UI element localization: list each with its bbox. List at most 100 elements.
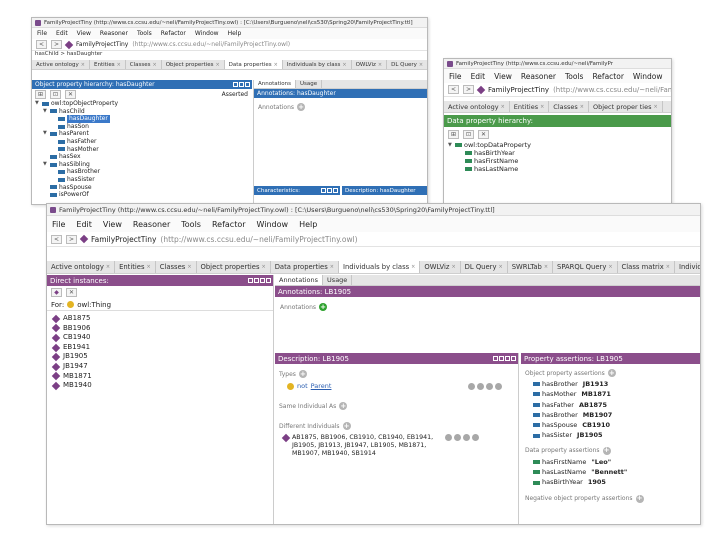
menu-window[interactable]: Window [195, 30, 219, 37]
menu-view[interactable]: View [77, 30, 91, 37]
list-item[interactable]: JB1947 [51, 362, 273, 372]
menu-reasoner[interactable]: Reasoner [133, 220, 170, 229]
menu-edit[interactable]: Edit [76, 220, 92, 229]
tab-owlviz[interactable]: OWLViz × [352, 60, 388, 69]
view-controls[interactable] [248, 278, 273, 283]
tab-dl-query[interactable]: DL Query × [461, 261, 508, 273]
add-type-icon[interactable]: + [298, 370, 307, 378]
add-negative-assertion-icon[interactable]: + [635, 494, 644, 503]
add-sibling-property-icon[interactable]: ⊡ [463, 129, 474, 139]
assertion-row[interactable]: hasBirthYear 1905 [533, 477, 700, 487]
tab-individuals-matrix[interactable]: Individuals matrix× [675, 261, 700, 273]
menu-edit[interactable]: Edit [471, 72, 486, 81]
tab-close-icon[interactable]: × [106, 264, 110, 270]
tab-entities[interactable]: Entities × [510, 101, 550, 112]
tab-object-properties[interactable]: Object properties × [197, 261, 271, 273]
menu-view[interactable]: View [103, 220, 122, 229]
tree-item-hasbirthyear[interactable]: hasBirthYear [448, 149, 671, 157]
menu-refactor[interactable]: Refactor [592, 72, 623, 81]
tree-item-owl-topdataproperty[interactable]: ▼ owl:topDataProperty [448, 141, 671, 149]
tab-classes[interactable]: Classes × [126, 60, 162, 69]
different-individuals-value[interactable]: AB1875, BB1906, CB1910, CB1940, EB1941, … [292, 434, 442, 458]
tree-item-hasson[interactable]: hasSon [35, 123, 252, 131]
list-item[interactable]: EB1941 [51, 343, 273, 353]
for-class-value[interactable]: owl:Thing [77, 301, 111, 309]
menu-tools[interactable]: Tools [565, 72, 583, 81]
menu-help[interactable]: Help [299, 220, 317, 229]
assertion-row[interactable]: hasBrother JB1913 [533, 379, 700, 389]
tab-close-icon[interactable]: × [451, 264, 455, 270]
menu-file[interactable]: File [52, 220, 65, 229]
add-sub-property-icon[interactable]: ⊞ [35, 90, 46, 99]
tab-close-icon[interactable]: × [501, 104, 505, 110]
tab-entities[interactable]: Entities × [90, 60, 126, 69]
add-sub-property-icon[interactable]: ⊞ [448, 129, 459, 139]
assertion-row[interactable]: hasFirstName "Leo" [533, 457, 700, 467]
tab-close-icon[interactable]: × [499, 264, 503, 270]
tree-item-hassister[interactable]: hasSister [35, 176, 252, 184]
tab-close-icon[interactable]: × [153, 62, 157, 68]
list-item[interactable]: CB1940 [51, 333, 273, 343]
tab-close-icon[interactable]: × [608, 264, 612, 270]
tab-entities[interactable]: Entities × [115, 261, 156, 273]
explain-icon[interactable] [468, 382, 475, 390]
annotate-icon[interactable] [454, 434, 461, 441]
tab-active-ontology[interactable]: Active ontology × [47, 261, 116, 273]
add-object-assertion-icon[interactable]: + [607, 369, 616, 377]
annotate-icon[interactable] [477, 382, 484, 390]
forward-button[interactable]: > [51, 40, 62, 49]
tab-close-icon[interactable]: × [117, 62, 121, 68]
expand-toggle-icon[interactable]: ▼ [43, 130, 48, 138]
tab-close-icon[interactable]: × [147, 264, 151, 270]
tab-close-icon[interactable]: × [540, 104, 544, 110]
tree-item-ispowerof[interactable]: isPowerOf [35, 191, 252, 199]
description-controls[interactable] [493, 356, 518, 361]
expand-toggle-icon[interactable]: ▼ [43, 108, 48, 116]
list-item[interactable]: MB1940 [51, 381, 273, 391]
asserted-selector[interactable]: Asserted [222, 91, 248, 98]
tab-object-proper-ties[interactable]: Object proper ties × [589, 101, 663, 112]
menu-window[interactable]: Window [257, 220, 289, 229]
tree-item-hasparent[interactable]: ▼ hasParent [35, 130, 252, 138]
tab-active-ontology[interactable]: Active ontology × [32, 60, 90, 69]
tab-classes[interactable]: Classes × [156, 261, 197, 273]
tab-close-icon[interactable]: × [187, 264, 191, 270]
list-item[interactable]: MB1871 [51, 372, 273, 382]
tree-item-hassex[interactable]: hasSex [35, 153, 252, 161]
tree-item-hasmother[interactable]: hasMother [35, 146, 252, 154]
tab-usage[interactable]: Usage [323, 275, 353, 285]
tab-usage[interactable]: Usage [296, 80, 323, 88]
tree-item-hasfirstname[interactable]: hasFirstName [448, 157, 671, 165]
add-annotation-icon[interactable]: + [297, 103, 306, 111]
type-value-link[interactable]: Parent [311, 382, 332, 390]
delete-icon[interactable] [486, 382, 493, 390]
explain-icon[interactable] [445, 434, 452, 441]
tab-close-icon[interactable]: × [544, 264, 548, 270]
delete-property-icon[interactable]: ✕ [65, 90, 76, 99]
tab-annotations[interactable]: Annotations [275, 275, 324, 285]
menu-view[interactable]: View [494, 72, 512, 81]
window-titlebar[interactable]: FamilyProjectTiny (http://www.cs.ccsu.ed… [47, 204, 700, 216]
add-sibling-property-icon[interactable]: ⊡ [50, 90, 61, 99]
list-item[interactable]: AB1875 [51, 314, 273, 324]
list-item[interactable]: BB1906 [51, 324, 273, 334]
tree-item-owl-topobjectproperty[interactable]: ▼ owl:topObjectProperty [35, 100, 252, 108]
menu-tools[interactable]: Tools [181, 220, 201, 229]
add-individual-icon[interactable]: ◆ [51, 288, 62, 297]
tab-class-matrix[interactable]: Class matrix × [618, 261, 675, 273]
expand-toggle-icon[interactable]: ▼ [43, 161, 48, 169]
menu-file[interactable]: File [449, 72, 462, 81]
assertion-row[interactable]: hasMother MB1871 [533, 389, 700, 399]
tab-owlviz[interactable]: OWLViz × [420, 261, 461, 273]
back-button[interactable]: < [36, 40, 47, 49]
menu-refactor[interactable]: Refactor [161, 30, 186, 37]
tab-object-properties[interactable]: Object properties × [162, 60, 225, 69]
assertion-row[interactable]: hasBrother MB1907 [533, 410, 700, 420]
assertion-row[interactable]: hasFather AB1875 [533, 400, 700, 410]
tree-item-hasfather[interactable]: hasFather [35, 138, 252, 146]
tree-item-hasdaughter[interactable]: hasDaughter [35, 115, 252, 123]
edit-icon[interactable] [495, 382, 502, 390]
tree-item-haschild[interactable]: ▼ hasChild [35, 108, 252, 116]
tab-individuals-by-class[interactable]: Individuals by class × [283, 60, 352, 69]
edit-icon[interactable] [472, 434, 479, 441]
